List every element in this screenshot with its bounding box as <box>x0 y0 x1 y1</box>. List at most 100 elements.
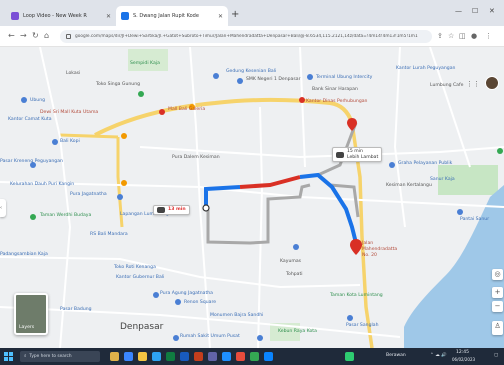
file-explorer-icon[interactable] <box>138 352 147 361</box>
system-tray-icons[interactable]: ⌃ ☁ 🔊 <box>430 353 447 358</box>
route-segment-red <box>239 175 301 189</box>
route-duration: 13 min <box>168 207 186 213</box>
map-label: Kantor Gubernur Bali <box>116 275 165 280</box>
back-icon[interactable]: ← <box>8 31 15 40</box>
map-label: Pasar Badung <box>60 307 92 312</box>
media-icon[interactable] <box>236 352 245 361</box>
new-tab-button[interactable]: + <box>231 9 239 20</box>
notification-icon[interactable]: ▢ <box>494 353 498 358</box>
main-road <box>94 98 354 137</box>
clock-time[interactable]: 12:45 <box>456 350 469 355</box>
poi-label: Dewi Sri Mall Kuta Utama <box>40 110 99 115</box>
extensions-icon[interactable]: ◫ <box>459 32 466 40</box>
browser-tab-2[interactable]: S. Dwang Jalan Rupit Kode ✕ <box>116 6 228 26</box>
alternative-route-card[interactable]: 15 min Lebih Lambat <box>332 147 383 162</box>
map-label: Lumbung Cafe <box>430 83 464 88</box>
map-label: Bank Sinar Harapan <box>312 87 358 92</box>
address-bar[interactable]: google.com/maps/dir/Jl+Dewi+Sartika/Jl.+… <box>60 30 432 43</box>
map-label: Kantor Camat Kuta <box>8 117 52 122</box>
map-label: Sempidi Kaja <box>130 61 160 66</box>
minimize-button[interactable]: — <box>455 7 462 15</box>
sea-area <box>404 185 504 348</box>
edge-icon[interactable] <box>124 352 133 361</box>
origin-marker[interactable] <box>202 204 210 212</box>
main-road <box>59 133 119 139</box>
mail-icon[interactable] <box>222 352 231 361</box>
browser-toolbar: ← → ↻ ⌂ google.com/maps/dir/Jl+Dewi+Sart… <box>0 26 504 47</box>
close-tab-icon[interactable]: ✕ <box>106 13 111 20</box>
task-view-icon[interactable] <box>110 352 119 361</box>
poi-pin[interactable] <box>347 118 357 131</box>
lock-icon <box>66 34 71 39</box>
clock-date[interactable]: 06/02/2023 <box>452 357 475 362</box>
excel-icon[interactable] <box>166 352 175 361</box>
street-view-pegman-icon[interactable]: ♙ <box>492 321 503 335</box>
poi-pin[interactable] <box>299 97 305 103</box>
map-label: Padangsambian Kaja <box>0 252 48 257</box>
browser-tab-bar: Loop Video - New Week R ✕ S. Dwang Jalan… <box>0 0 504 26</box>
poi-pin[interactable] <box>159 109 165 115</box>
destination-pin[interactable] <box>350 239 362 255</box>
map-canvas[interactable]: Lokasi Sempidi Kaja Toko Singa Gunung SM… <box>0 47 504 348</box>
map-label: Rumah Sakit Umum Pusat <box>180 334 240 339</box>
store-icon[interactable] <box>152 352 161 361</box>
app-icon[interactable] <box>345 352 354 361</box>
word-icon[interactable] <box>180 352 189 361</box>
forward-icon[interactable]: → <box>20 31 27 40</box>
map-label: Taman Kota Lumintang <box>330 293 383 298</box>
maximize-button[interactable]: ☐ <box>472 7 478 15</box>
layers-button[interactable]: Layers <box>14 293 48 335</box>
chrome-icon[interactable] <box>250 352 259 361</box>
tab-title: Loop Video - New Week R <box>23 13 87 19</box>
map-label: Ubung <box>30 98 46 103</box>
collapse-panel-button[interactable]: ‹ <box>0 199 6 217</box>
map-label: Kelurahan Dauh Puri Kangin <box>10 182 75 187</box>
poi-orange-markers[interactable] <box>121 104 195 186</box>
map-label: Graha Pelayanan Publik <box>398 161 453 166</box>
browser-tab-1[interactable]: Loop Video - New Week R ✕ <box>6 6 116 26</box>
car-icon <box>336 151 344 158</box>
map-label: Gedung Kesenian Bali <box>226 69 277 74</box>
map-label: Pasar Kreneng Peguyangan <box>0 159 63 164</box>
map-label: Pantai Sanur <box>460 217 490 222</box>
map-base-layer <box>0 47 504 348</box>
powerpoint-icon[interactable] <box>194 352 203 361</box>
park-area <box>128 49 168 71</box>
map-label: Monumen Bajra Sandhi <box>210 313 264 318</box>
windows-start-icon[interactable] <box>4 352 13 361</box>
close-window-button[interactable]: ✕ <box>489 7 495 15</box>
home-icon[interactable]: ⌂ <box>44 31 49 40</box>
weather-status[interactable]: Berawan <box>386 353 406 358</box>
taskbar-search-placeholder: Type here to search <box>29 354 72 359</box>
map-label: Pasar Sanglah <box>346 323 379 328</box>
map-label: Toko Singa Gunung <box>96 82 141 87</box>
profile-icon[interactable]: ● <box>471 32 477 40</box>
bookmark-star-icon[interactable]: ☆ <box>448 32 454 40</box>
apps-grid-icon[interactable]: ⋮⋮ <box>466 80 480 88</box>
map-label: Kesiman Kertalangu <box>386 183 432 188</box>
share-icon[interactable]: ⇪ <box>437 32 443 40</box>
map-label: Renon Square <box>184 300 217 305</box>
map-label: Terminal Ubung Intercity <box>316 75 373 80</box>
zoom-out-button[interactable]: − <box>492 301 503 312</box>
my-location-button[interactable]: ◎ <box>492 269 503 280</box>
search-icon: ⌕ <box>24 354 27 359</box>
zoom-app-icon[interactable] <box>264 352 273 361</box>
taskbar-search[interactable]: ⌕ Type here to search <box>20 351 100 362</box>
map-label: SMK Negeri 1 Denpasar <box>246 77 301 82</box>
menu-icon[interactable]: ⋮ <box>485 32 492 40</box>
route-info-card[interactable]: 13 min <box>153 205 190 215</box>
close-tab-icon[interactable]: ✕ <box>218 13 223 20</box>
windows-taskbar: ⌕ Type here to search Berawan ⌃ ☁ 🔊 12:4… <box>0 348 504 365</box>
map-label: Kantor Lurah Peguyangan <box>396 66 456 71</box>
avatar[interactable] <box>485 76 499 90</box>
map-label: Kebun Raya Kota <box>278 329 317 334</box>
map-label: Taman Werdhi Budaya <box>40 213 92 218</box>
map-label: RS Bali Mandara <box>90 232 128 237</box>
reload-icon[interactable]: ↻ <box>32 31 39 40</box>
destination-label: Jalan Mahendradatta No. 20 <box>362 241 398 258</box>
zoom-in-button[interactable]: + <box>492 287 503 298</box>
teams-icon[interactable] <box>208 352 217 361</box>
map-label: Lokasi <box>66 71 81 76</box>
maps-favicon-icon <box>121 12 129 20</box>
